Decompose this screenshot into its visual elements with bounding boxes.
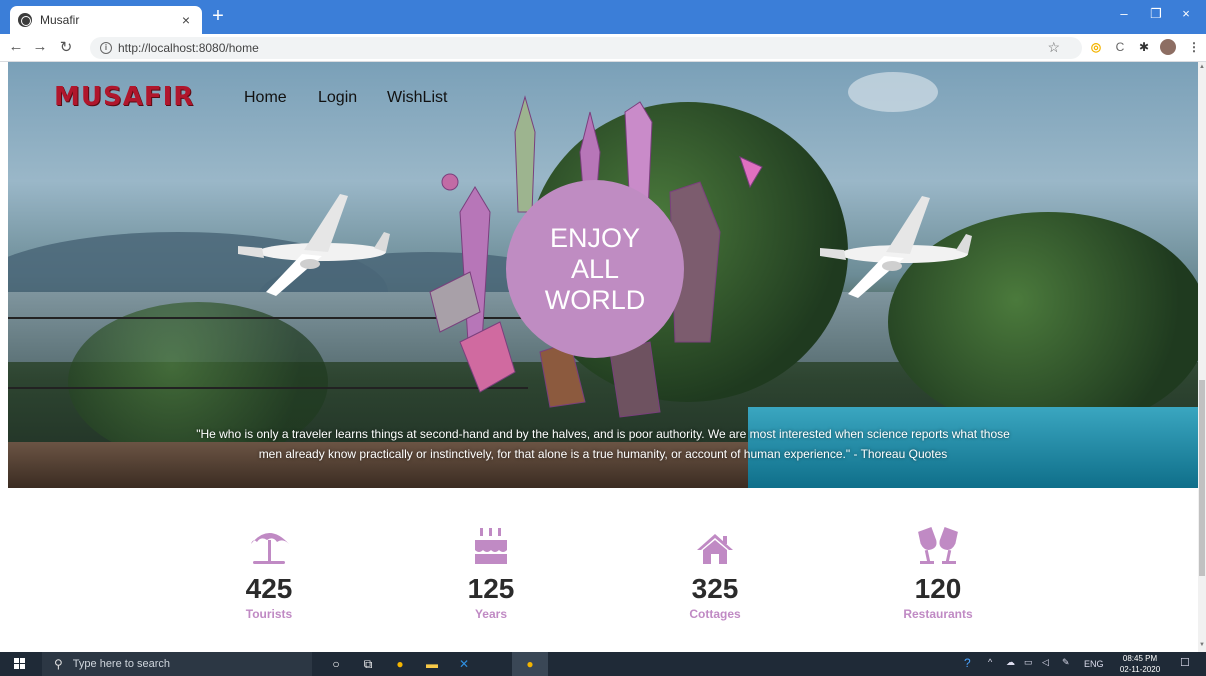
hero-banner: MUSAFIR Home Login WishList ENJOY ALL WO… [8,62,1198,488]
file-explorer-icon[interactable]: ▬ [424,656,440,672]
forward-icon[interactable]: → [30,38,50,55]
vscode-icon[interactable]: ✕ [456,656,472,672]
nav-login[interactable]: Login [318,89,357,107]
task-view-icon[interactable]: ⧉ [360,656,376,672]
home-icon [655,526,775,566]
hero-word: ENJOY [549,222,641,253]
stat-label: Restaurants [903,607,973,621]
taskbar-search[interactable]: ⚲ Type here to search [42,652,312,676]
menu-icon[interactable]: ⋮ [1186,39,1202,55]
tab-close-button[interactable]: × [178,12,194,28]
browser-toolbar: ← → ↻ i http://localhost:8080/home ☆ ◎ C… [0,34,1206,62]
chrome-active-icon[interactable]: ● [512,652,548,676]
scroll-down-icon[interactable]: ▼ [1198,642,1206,648]
stat-label: Years [474,607,508,621]
notifications-icon[interactable]: ☐ [1180,656,1190,669]
search-placeholder: Type here to search [72,658,171,670]
system-clock[interactable]: 08:45 PM 02-11-2020 [1118,653,1162,675]
hero-word: ALL [570,253,620,284]
restore-button[interactable]: ❐ [1142,6,1170,22]
back-icon[interactable]: ← [6,38,26,55]
wine-glasses-icon [878,526,998,566]
quote-line: men already know practically or instinct… [258,447,948,461]
nav-home[interactable]: Home [244,89,287,107]
clock-time: 08:45 PM [1122,654,1158,663]
browser-tab-bar: Musafir × + – ❐ × [0,0,1206,34]
beach-umbrella-icon [209,526,329,566]
airplane-image [820,196,972,298]
stat-label: Cottages [689,607,741,621]
enjoy-all-world-badge: ENJOY ALL WORLD [506,180,684,358]
close-window-button[interactable]: × [1172,6,1200,21]
new-tab-button[interactable]: + [208,6,228,27]
travel-quote: "He who is only a traveler learns things… [158,424,1048,464]
tab-title: Musafir [40,13,80,27]
cortana-icon[interactable]: ○ [328,656,344,672]
scroll-thumb[interactable] [1199,380,1205,576]
cloud [848,72,938,112]
quote-line: "He who is only a traveler learns things… [196,427,1010,441]
birthday-cake-icon [431,526,551,566]
extension-icon[interactable]: C [1112,39,1128,55]
profile-avatar[interactable] [1160,39,1176,55]
stat-cottages: 325 Cottages [655,526,775,621]
hero-word: WORLD [544,284,646,315]
stat-years: 125 Years [431,526,551,621]
address-bar[interactable]: i http://localhost:8080/home ☆ [90,37,1082,59]
windows-start-icon[interactable] [14,658,26,670]
stat-label: Tourists [245,607,293,621]
language-indicator[interactable]: ENG [1084,659,1104,669]
stat-restaurants: 120 Restaurants [878,526,998,621]
network-icon[interactable]: ☁ [1006,657,1015,668]
os-taskbar: ⚲ Type here to search ○ ⧉ ● ▬ ✕ ● ? ^ ☁ … [0,652,1206,676]
search-icon: ⚲ [54,657,63,671]
browser-tab[interactable]: Musafir × [10,6,202,34]
reload-icon[interactable]: ↻ [56,38,76,56]
info-icon[interactable]: i [100,42,112,54]
globe-icon [18,13,32,27]
chevron-up-icon[interactable]: ^ [988,657,992,667]
chrome-icon[interactable]: ● [392,656,408,672]
stat-value: 120 [914,573,962,604]
minimize-button[interactable]: – [1110,6,1138,21]
stat-value: 425 [245,573,293,604]
site-logo[interactable]: MUSAFIR [54,82,194,112]
pen-icon[interactable]: ✎ [1062,657,1070,668]
extension-icon[interactable]: ◎ [1088,39,1104,55]
airplane-image [238,194,390,296]
battery-icon[interactable]: ▭ [1024,657,1033,668]
volume-icon[interactable]: ◁ [1042,657,1049,668]
page-scrollbar[interactable]: ▲ ▼ [1198,62,1206,652]
stat-value: 325 [691,573,739,604]
help-icon[interactable]: ? [964,656,971,670]
url-text: http://localhost:8080/home [118,41,259,55]
bookmark-star-icon[interactable]: ☆ [1047,39,1060,56]
puzzle-icon[interactable]: ✱ [1136,39,1152,55]
clock-date: 02-11-2020 [1119,665,1161,674]
scroll-up-icon[interactable]: ▲ [1198,64,1206,70]
stat-tourists: 425 Tourists [209,526,329,621]
stat-value: 125 [467,573,515,604]
stats-section: 425 Tourists 125 Years 325 Cottages 120 … [0,488,1198,652]
